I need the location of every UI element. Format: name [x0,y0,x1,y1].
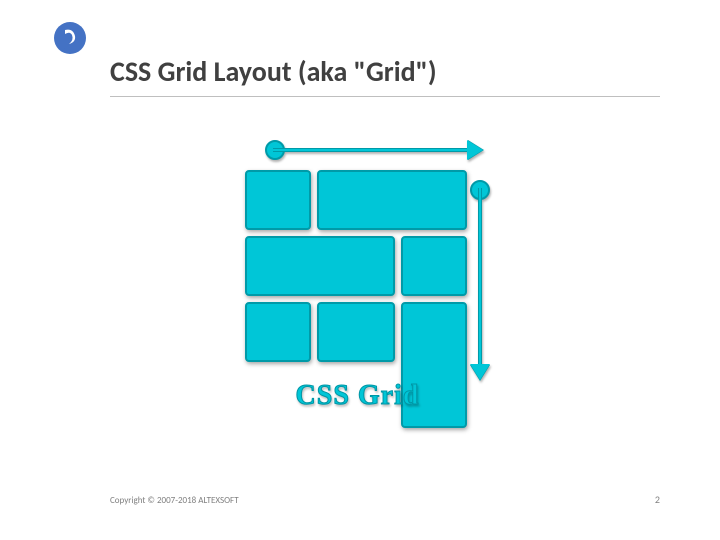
page-number: 2 [655,493,660,506]
copyright-text: Copyright © 2007-2018 ALTEXSOFT [110,495,239,506]
horizontal-arrow-icon [265,138,483,162]
vertical-arrow-icon [468,180,492,380]
title-divider [110,96,660,97]
page-title: CSS Grid Layout (aka "Grid") [110,54,437,89]
brand-logo [50,20,90,60]
grid-boxes-icon [245,170,470,370]
css-grid-illustration: CSS Grid [235,130,495,440]
illustration-caption: CSS Grid [245,380,470,412]
